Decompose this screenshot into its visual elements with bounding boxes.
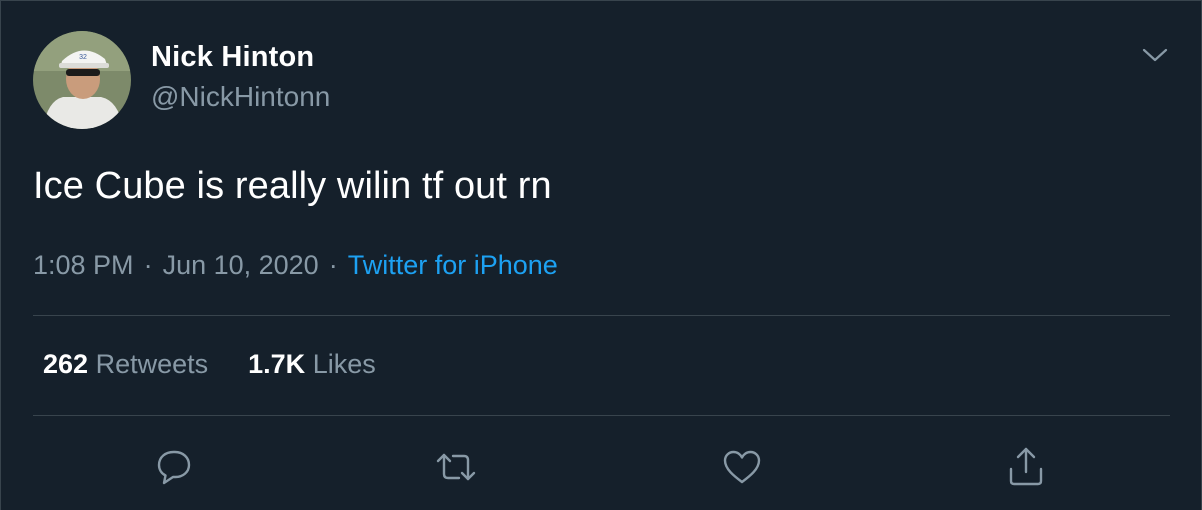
svg-text:32: 32 (79, 54, 87, 61)
divider (33, 315, 1170, 316)
tweet-stats: 262 Retweets 1.7K Likes (43, 349, 376, 380)
share-icon (1009, 447, 1043, 486)
reply-icon (157, 450, 191, 485)
tweet-time[interactable]: 1:08 PM (33, 250, 134, 280)
likes-stat[interactable]: 1.7K Likes (248, 349, 376, 379)
avatar[interactable]: 32 (33, 31, 131, 129)
retweets-stat[interactable]: 262 Retweets (43, 349, 208, 379)
like-button[interactable] (719, 444, 765, 490)
tweet-text: Ice Cube is really wilin tf out rn (33, 165, 552, 207)
share-button[interactable] (1003, 444, 1049, 490)
likes-label: Likes (312, 349, 376, 379)
reply-button[interactable] (151, 444, 197, 490)
tweet-card: 32 Nick Hinton @NickHintonn Ice Cube is … (0, 0, 1202, 510)
tweet-source-link[interactable]: Twitter for iPhone (348, 250, 558, 280)
tweet-meta: 1:08 PM · Jun 10, 2020 · Twitter for iPhone (33, 250, 558, 281)
divider (33, 415, 1170, 416)
retweets-label: Retweets (95, 349, 209, 379)
meta-separator: · (328, 250, 338, 280)
retweets-count: 262 (43, 349, 89, 379)
user-name[interactable]: Nick Hinton (151, 41, 314, 74)
retweet-button[interactable] (433, 444, 479, 490)
heart-icon (723, 450, 761, 484)
chevron-down-icon[interactable] (1139, 41, 1171, 69)
meta-separator: · (143, 250, 153, 280)
tweet-date[interactable]: Jun 10, 2020 (163, 250, 319, 280)
user-handle[interactable]: @NickHintonn (151, 81, 330, 113)
likes-count: 1.7K (248, 349, 306, 379)
retweet-icon (436, 453, 476, 481)
